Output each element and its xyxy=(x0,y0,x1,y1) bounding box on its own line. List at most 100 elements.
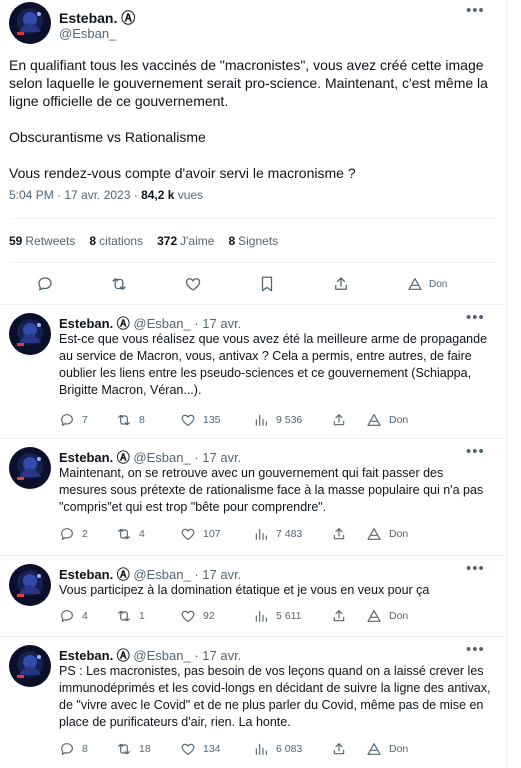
reply-button[interactable]: 2 xyxy=(59,526,88,542)
share-button[interactable] xyxy=(331,526,347,542)
avatar[interactable] xyxy=(9,645,51,687)
views-count: 6 083 xyxy=(276,743,303,755)
reply-button[interactable]: 8 xyxy=(59,741,88,757)
donate-button[interactable]: Don xyxy=(407,276,447,292)
reply-handle-date[interactable]: @Esban_ · 17 avr. xyxy=(133,567,241,582)
donate-button[interactable]: Don xyxy=(366,741,408,757)
author-name[interactable]: Esteban. Ⓐ xyxy=(59,8,135,28)
avatar[interactable] xyxy=(9,564,51,606)
avatar[interactable] xyxy=(9,313,51,355)
reply-author-name[interactable]: Esteban. Ⓐ xyxy=(59,648,130,663)
reply-text: PS : Les macronistes, pas besoin de vos … xyxy=(59,664,491,729)
retweet-count: 18 xyxy=(139,743,151,755)
reply-icon xyxy=(59,412,75,428)
donate-icon xyxy=(366,412,382,428)
reply-tweet[interactable]: Esteban. Ⓐ @Esban_ · 17 avr. ••• Vous pa… xyxy=(0,556,506,637)
reply-button[interactable] xyxy=(36,276,54,292)
reply-icon xyxy=(59,741,75,757)
tweet-meta: 5:04 PM · 17 avr. 2023 · 84,2 k vues xyxy=(9,188,203,202)
retweet-icon xyxy=(116,412,132,428)
more-icon[interactable]: ••• xyxy=(466,642,485,657)
reply-tweet[interactable]: Esteban. Ⓐ @Esban_ · 17 avr. ••• Mainten… xyxy=(0,439,506,556)
views-icon xyxy=(253,741,269,757)
share-icon xyxy=(331,741,347,757)
retweet-button[interactable]: 18 xyxy=(116,741,151,757)
more-icon[interactable]: ••• xyxy=(466,444,485,459)
reply-handle-date[interactable]: @Esban_ · 17 avr. xyxy=(133,648,241,663)
views-button[interactable]: 9 536 xyxy=(253,412,302,428)
share-icon xyxy=(331,526,347,542)
reply-header: Esteban. Ⓐ @Esban_ · 17 avr. xyxy=(59,447,241,466)
tweet-text: En qualifiant tous les vaccinés de "macr… xyxy=(9,57,488,181)
share-button[interactable] xyxy=(332,276,350,292)
reply-count: 2 xyxy=(82,528,88,540)
author-handle[interactable]: @Esban_ xyxy=(59,26,116,41)
bookmark-button[interactable] xyxy=(258,276,276,292)
reply-text: Vous participez à la domination étatique… xyxy=(59,583,430,597)
share-button[interactable] xyxy=(331,412,347,428)
more-icon[interactable]: ••• xyxy=(466,310,485,325)
retweet-count: 8 xyxy=(139,414,145,426)
right-sidebar-edge xyxy=(506,0,521,768)
like-button[interactable]: 134 xyxy=(180,741,221,757)
more-icon[interactable]: ••• xyxy=(466,3,485,18)
views-icon xyxy=(253,412,269,428)
bookmarks-stat[interactable]: 8 Signets xyxy=(228,234,278,248)
views-button[interactable]: 6 083 xyxy=(253,741,302,757)
reply-tweet[interactable]: Esteban. Ⓐ @Esban_ · 17 avr. ••• Est-ce … xyxy=(0,305,506,439)
tweet-time[interactable]: 5:04 PM · 17 avr. 2023 · xyxy=(9,188,141,202)
like-button[interactable]: 92 xyxy=(180,608,215,624)
avatar[interactable] xyxy=(9,447,51,489)
reply-author-name[interactable]: Esteban. Ⓐ xyxy=(59,316,130,331)
divider xyxy=(9,262,497,263)
reply-button[interactable]: 4 xyxy=(59,608,88,624)
retweet-button[interactable] xyxy=(110,276,128,292)
share-button[interactable] xyxy=(331,741,347,757)
like-icon xyxy=(180,741,196,757)
reply-author-name[interactable]: Esteban. Ⓐ xyxy=(59,450,130,465)
reply-handle-date[interactable]: @Esban_ · 17 avr. xyxy=(133,316,241,331)
share-button[interactable] xyxy=(331,608,347,624)
avatar[interactable] xyxy=(9,2,51,44)
donate-button[interactable]: Don xyxy=(366,526,408,542)
reply-icon xyxy=(59,608,75,624)
reply-header: Esteban. Ⓐ @Esban_ · 17 avr. xyxy=(59,645,241,664)
main-tweet: Esteban. Ⓐ @Esban_ ••• En qualifiant tou… xyxy=(0,0,506,304)
more-icon[interactable]: ••• xyxy=(466,561,485,576)
reply-icon xyxy=(36,275,54,293)
views-count: 7 483 xyxy=(276,528,303,540)
reply-count: 8 xyxy=(82,743,88,755)
retweet-button[interactable]: 4 xyxy=(116,526,145,542)
like-button[interactable]: 135 xyxy=(180,412,221,428)
retweet-button[interactable]: 1 xyxy=(116,608,145,624)
retweet-icon xyxy=(116,608,132,624)
views-label: vues xyxy=(174,188,204,202)
retweets-stat[interactable]: 59 Retweets xyxy=(9,234,75,248)
likes-stat[interactable]: 372 J'aime xyxy=(157,234,214,248)
donate-label: Don xyxy=(389,528,409,540)
reply-actions: 8 18 134 6 083 Don xyxy=(59,741,499,757)
retweet-button[interactable]: 8 xyxy=(116,412,145,428)
donate-button[interactable]: Don xyxy=(366,412,408,428)
reply-text: Maintenant, on se retrouve avec un gouve… xyxy=(59,466,484,514)
reply-author-name[interactable]: Esteban. Ⓐ xyxy=(59,567,130,582)
reply-tweet[interactable]: Esteban. Ⓐ @Esban_ · 17 avr. ••• PS : Le… xyxy=(0,637,506,768)
reply-handle-date[interactable]: @Esban_ · 17 avr. xyxy=(133,450,241,465)
views-button[interactable]: 7 483 xyxy=(253,526,302,542)
quotes-stat[interactable]: 8 citations xyxy=(89,234,143,248)
like-button[interactable]: 107 xyxy=(180,526,221,542)
like-count: 107 xyxy=(203,528,221,540)
retweet-count: 1 xyxy=(139,610,145,622)
tweet-stats: 59 Retweets 8 citations 372 J'aime 8 Signets xyxy=(9,234,278,248)
retweet-icon xyxy=(116,741,132,757)
reply-button[interactable]: 7 xyxy=(59,412,88,428)
retweet-count: 4 xyxy=(139,528,145,540)
views-button[interactable]: 5 611 xyxy=(253,608,302,624)
like-count: 92 xyxy=(203,610,215,622)
like-button[interactable] xyxy=(184,276,202,292)
views-count: 84,2 k xyxy=(141,188,175,202)
like-icon xyxy=(180,526,196,542)
reply-actions: 2 4 107 7 483 Don xyxy=(59,526,499,542)
share-icon xyxy=(331,608,347,624)
donate-button[interactable]: Don xyxy=(366,608,408,624)
